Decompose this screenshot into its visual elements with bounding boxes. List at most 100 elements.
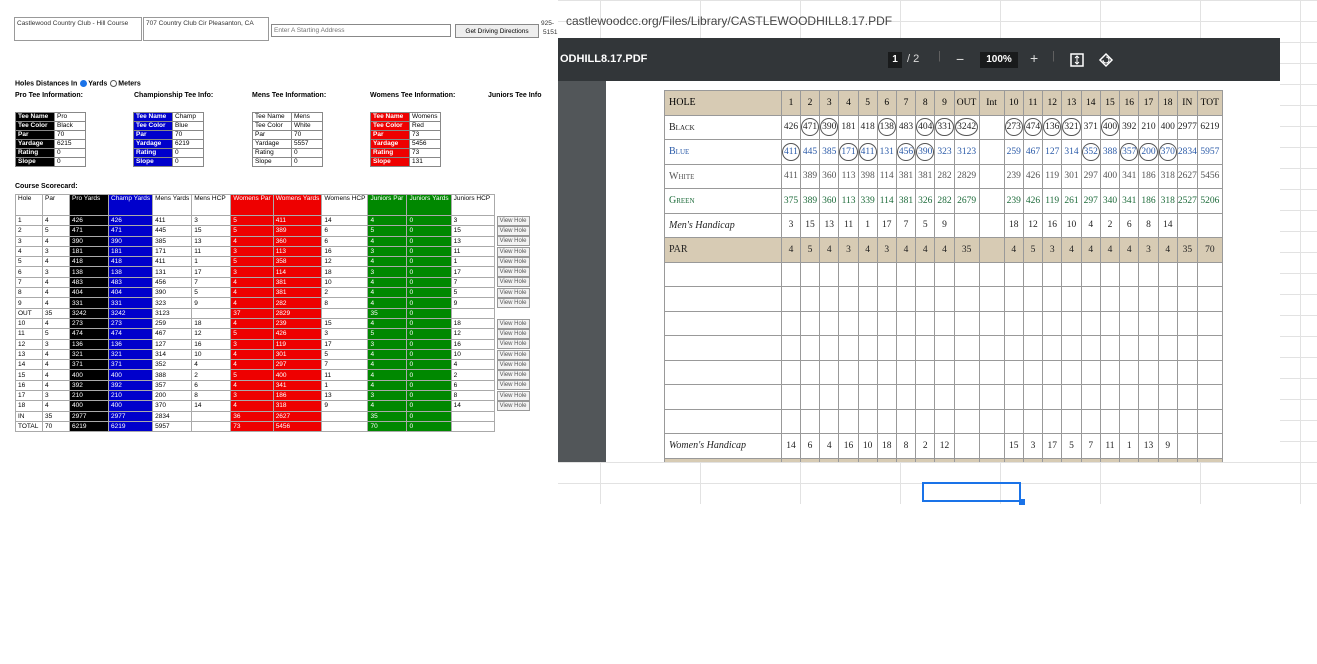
scorecard-cell: 35 <box>367 307 408 319</box>
pdf-row <box>664 335 1223 361</box>
scorecard-cell: 5 <box>42 225 70 237</box>
tee-field-value: 70 <box>172 130 204 140</box>
scorecard-cell: IN <box>15 410 43 422</box>
scorecard-cell: 3 <box>367 390 408 402</box>
course-name: Castlewood Country Club - Hill Course <box>14 17 142 41</box>
meters-radio[interactable] <box>110 80 118 87</box>
pdf-page: HOLE 1 2 3 4 5 6 7 8 9 OUT Int 10 11 12 13 14 15 16 17 18 IN T… <box>606 81 1280 462</box>
pdf-cell <box>1003 335 1024 361</box>
scorecard-cell: 16 <box>321 245 369 258</box>
scorecard-cell: 0 <box>406 410 452 422</box>
start-address-input[interactable] <box>271 24 451 37</box>
tee-info-table: Tee Name Womens Tee Color Red Par 73 Yardage 54… <box>370 112 441 167</box>
view-hole-cell: View Hole <box>494 400 532 411</box>
pdf-cell <box>1099 408 1121 434</box>
view-hole-button[interactable]: View Hole <box>496 298 530 309</box>
pdf-cell <box>781 384 801 410</box>
pdf-cell: 2829 <box>953 163 980 189</box>
pdf-cell: 6 <box>1119 212 1140 238</box>
zoom-out-button[interactable]: − <box>956 51 964 67</box>
pdf-cell: 381 <box>895 188 917 214</box>
yards-radio[interactable] <box>80 80 88 87</box>
view-hole-button[interactable]: View Hole <box>496 215 530 226</box>
view-hole-button[interactable]: View Hole <box>496 256 530 267</box>
scorecard-row: IN 35 2977 2977 2834 36 2627 35 0 <box>15 410 533 422</box>
pdf-url[interactable]: castlewoodcc.org/Files/Library/CASTLEWOO… <box>566 14 892 28</box>
scorecard-cell: 18 <box>191 317 232 330</box>
scorecard-cell: 138 <box>69 266 109 278</box>
zoom-level[interactable]: 100% <box>980 52 1018 68</box>
pdf-cell: 4 <box>1119 457 1140 462</box>
tee-field-label: Yardage <box>133 139 173 149</box>
phone-top: 925- <box>541 20 555 27</box>
scorecard-cell: 5 <box>450 287 495 299</box>
view-hole-button[interactable]: View Hole <box>496 359 530 370</box>
pdf-cell <box>838 335 859 361</box>
pdf-cell: 418 <box>857 114 878 140</box>
pdf-cell: 381 <box>895 163 917 189</box>
scorecard-row: 5 4 418 418 411 1 5 358 12 4 0 1 View Hole <box>15 256 533 268</box>
pdf-cell: 398 <box>857 163 878 189</box>
scorecard-cell: 2977 <box>107 410 154 422</box>
pdf-cell <box>895 359 917 385</box>
view-hole-button[interactable]: View Hole <box>496 277 530 288</box>
zoom-in-button[interactable]: + <box>1030 50 1038 66</box>
view-hole-button[interactable]: View Hole <box>496 236 530 247</box>
view-hole-button[interactable]: View Hole <box>496 349 530 360</box>
scorecard-cell: 5 <box>230 256 274 268</box>
scorecard-row: 4 3 181 181 171 11 3 113 16 3 0 11 View Hole <box>15 245 533 258</box>
view-hole-cell: View Hole <box>494 339 532 350</box>
view-hole-button[interactable]: View Hole <box>496 390 530 401</box>
pdf-cell: 4 <box>934 457 955 462</box>
pdf-cell <box>953 261 980 287</box>
pdf-cell <box>857 384 878 410</box>
tee-field-value: 73 <box>409 130 441 140</box>
view-hole-button[interactable]: View Hole <box>496 380 530 391</box>
pdf-cell <box>1196 261 1223 287</box>
rotate-icon[interactable] <box>1098 52 1114 68</box>
pdf-cell <box>1003 384 1024 410</box>
get-directions-button[interactable]: Get Driving Directions <box>455 24 539 38</box>
tee-field-label: Slope <box>15 157 55 167</box>
pdf-cell: 5 <box>781 457 801 462</box>
view-hole-button[interactable]: View Hole <box>496 370 530 381</box>
scorecard-header: Par <box>42 194 70 216</box>
pdf-cell <box>978 261 1005 287</box>
pdf-cell <box>876 261 897 287</box>
pdf-cell: 318 <box>1157 163 1178 189</box>
pdf-cell: 5 <box>1061 433 1082 459</box>
page-number-input[interactable]: 1 <box>888 52 902 68</box>
pdf-row <box>664 261 1223 287</box>
pdf-cell <box>1196 359 1223 385</box>
pdf-cell: 8 <box>1138 212 1159 238</box>
pdf-cell <box>1080 359 1101 385</box>
pdf-cell: 10 <box>1061 212 1082 238</box>
view-hole-button[interactable]: View Hole <box>496 287 530 298</box>
pdf-row-label: Blue <box>664 139 782 165</box>
view-hole-button[interactable]: View Hole <box>496 225 530 236</box>
view-hole-button[interactable]: View Hole <box>496 339 530 350</box>
scorecard-row: 10 4 273 273 259 18 4 239 15 4 0 18 View Hole <box>15 317 533 330</box>
pdf-header-cell: TOT <box>1196 90 1223 116</box>
view-hole-button[interactable]: View Hole <box>496 318 530 329</box>
scorecard-row: 2 5 471 471 445 15 5 389 6 5 0 15 View Hole <box>15 225 533 237</box>
scorecard-cell: 17 <box>321 338 369 350</box>
scorecard-cell: 11 <box>321 369 369 381</box>
pdf-cell: 323 <box>934 139 955 165</box>
scorecard-cell: 4 <box>367 287 408 299</box>
scorecard-cell: 474 <box>69 328 109 340</box>
pdf-cell <box>857 286 878 312</box>
fill-handle[interactable] <box>1019 499 1025 505</box>
view-hole-button[interactable]: View Hole <box>496 246 530 257</box>
view-hole-button[interactable]: View Hole <box>496 267 530 278</box>
circled-value: 273 <box>1004 118 1023 137</box>
selected-cell[interactable] <box>922 482 1021 502</box>
pdf-cell: 385 <box>819 139 840 165</box>
circled-value: 136 <box>1043 118 1062 137</box>
pdf-cell: 371 <box>1080 114 1101 140</box>
scorecard-cell: 4 <box>15 245 43 258</box>
view-hole-button[interactable]: View Hole <box>496 328 530 339</box>
pdf-header-cell: 3 <box>819 90 840 116</box>
fit-page-icon[interactable] <box>1070 53 1084 67</box>
view-hole-button[interactable]: View Hole <box>496 400 530 411</box>
